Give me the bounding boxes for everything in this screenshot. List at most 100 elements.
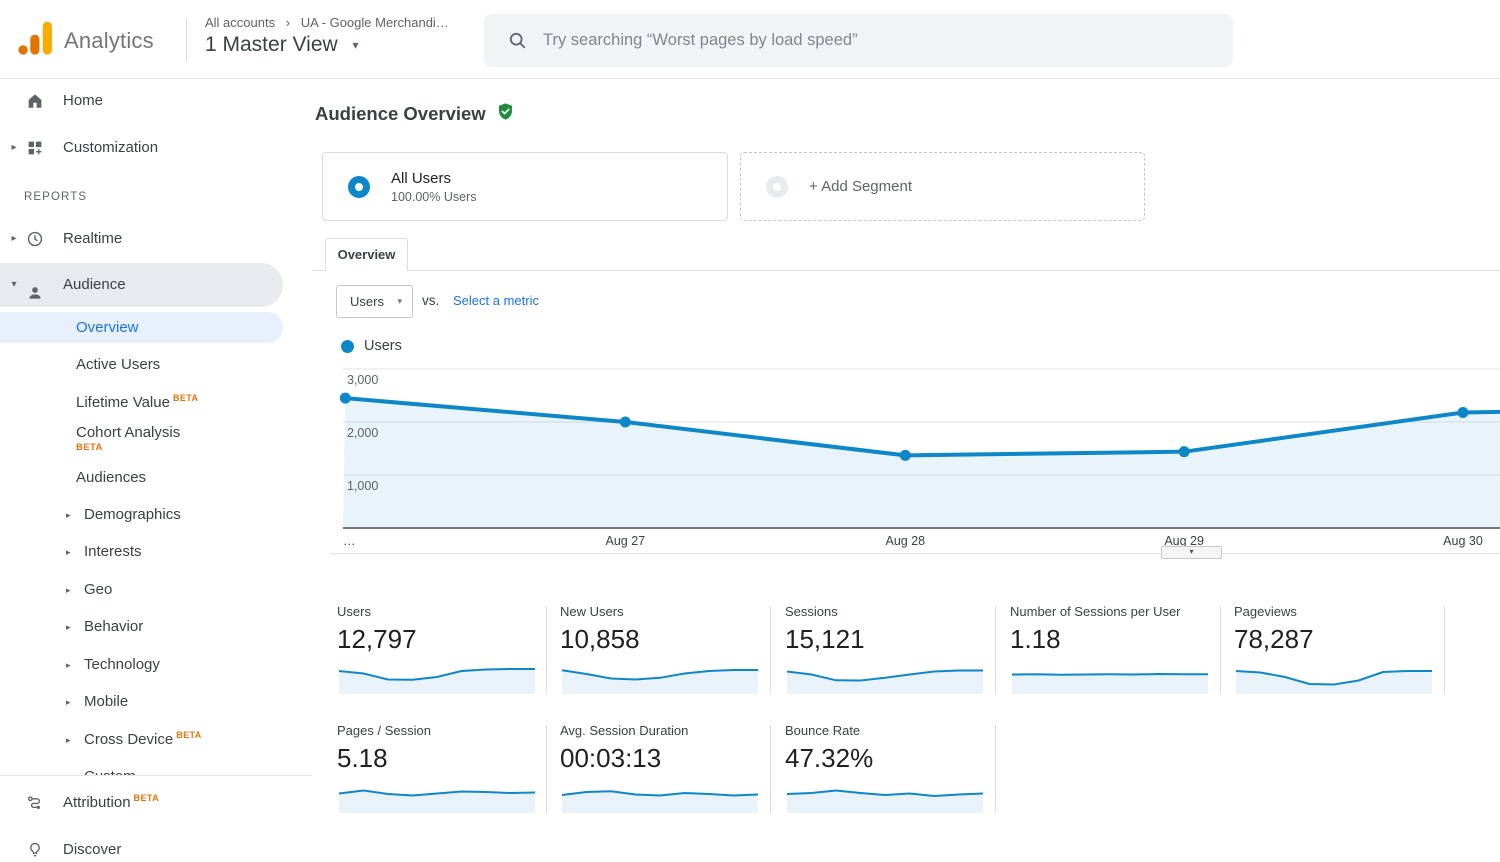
sidebar-item-attribution[interactable]: AttributionBETA bbox=[0, 790, 312, 816]
analytics-logo-icon bbox=[17, 20, 53, 61]
sidebar-item-label: Overview bbox=[76, 312, 139, 343]
header-divider bbox=[186, 19, 187, 61]
breadcrumb-separator-icon: › bbox=[286, 15, 290, 30]
metric-card-divider bbox=[1444, 606, 1445, 694]
users-line-chart: 1,0002,0003,000…Aug 27Aug 28Aug 29Aug 30… bbox=[312, 360, 1500, 565]
select-metric-link[interactable]: Select a metric bbox=[453, 293, 539, 308]
metric-card-divider bbox=[770, 725, 771, 813]
metric-value: 1.18 bbox=[1010, 624, 1218, 655]
segment-donut-icon bbox=[348, 176, 370, 198]
search-icon bbox=[507, 30, 528, 51]
analytics-logo[interactable]: Analytics bbox=[17, 20, 154, 61]
metric-card-divider bbox=[995, 725, 996, 813]
beta-badge: BETA bbox=[76, 442, 103, 454]
sidebar-item-label: Technology bbox=[84, 652, 160, 678]
sidebar-item-overview[interactable]: Overview bbox=[0, 312, 283, 343]
metric-label: Number of Sessions per User bbox=[1010, 604, 1218, 620]
sidebar-item-label: Mobile bbox=[84, 689, 128, 715]
metric-selector-value: Users bbox=[350, 286, 384, 317]
sidebar-item-audience[interactable]: ▾Audience bbox=[0, 263, 283, 307]
add-segment-donut-icon bbox=[766, 176, 788, 198]
chart-collapse-button[interactable]: ▾ bbox=[1161, 546, 1222, 559]
caret-right-icon: ▸ bbox=[66, 539, 71, 565]
metric-card-divider bbox=[770, 606, 771, 694]
metric-sparkline bbox=[1234, 661, 1434, 697]
sidebar-item-label: Home bbox=[63, 88, 103, 114]
metric-label: Avg. Session Duration bbox=[560, 723, 768, 739]
sidebar-item-discover[interactable]: Discover bbox=[0, 837, 312, 862]
caret-right-icon: ▸ bbox=[66, 727, 71, 753]
sidebar-item-behavior[interactable]: ▸Behavior bbox=[0, 614, 312, 640]
vs-label: vs. bbox=[422, 293, 439, 308]
caret-down-icon: ▾ bbox=[8, 263, 20, 307]
metric-card-users[interactable]: Users12,797 bbox=[337, 604, 545, 697]
page-title: Audience Overview bbox=[315, 103, 486, 125]
legend-dot-icon bbox=[341, 340, 354, 353]
sidebar-item-technology[interactable]: ▸Technology bbox=[0, 652, 312, 678]
sidebar-item-label: Discover bbox=[63, 837, 121, 862]
sidebar-item-interests[interactable]: ▸Interests bbox=[0, 539, 312, 565]
chevron-down-icon: ▾ bbox=[1189, 547, 1193, 556]
segment-all-users[interactable]: All Users 100.00% Users bbox=[322, 152, 728, 221]
metric-value: 12,797 bbox=[337, 624, 545, 655]
tab-overview[interactable]: Overview bbox=[325, 238, 408, 271]
sidebar-item-label: Audiences bbox=[76, 465, 146, 491]
sidebar-item-home[interactable]: Home bbox=[0, 88, 312, 114]
beta-badge: BETA bbox=[176, 730, 201, 740]
metric-sparkline bbox=[785, 661, 985, 697]
search-bar bbox=[484, 14, 1233, 67]
segment-title: All Users bbox=[391, 170, 476, 187]
metric-value: 5.18 bbox=[337, 743, 545, 774]
search-input[interactable] bbox=[543, 14, 1233, 67]
chevron-down-icon: ▾ bbox=[353, 38, 359, 52]
segment-subtitle: 100.00% Users bbox=[391, 190, 476, 204]
breadcrumb-property[interactable]: UA - Google Merchandi… bbox=[301, 15, 449, 30]
view-name: 1 Master View bbox=[205, 33, 338, 56]
sidebar-item-label: Customization bbox=[63, 135, 158, 161]
home-icon bbox=[26, 92, 44, 110]
metric-card-pages-session[interactable]: Pages / Session5.18 bbox=[337, 723, 545, 816]
svg-text:Aug 28: Aug 28 bbox=[885, 534, 925, 548]
sidebar-item-mobile[interactable]: ▸ Mobile bbox=[0, 689, 312, 715]
svg-text:Aug 30: Aug 30 bbox=[1443, 534, 1483, 548]
sidebar-item-realtime[interactable]: ▸Realtime bbox=[0, 226, 312, 252]
beta-badge: BETA bbox=[173, 393, 198, 403]
svg-text:Aug 27: Aug 27 bbox=[605, 534, 645, 548]
svg-text:…: … bbox=[343, 534, 356, 548]
breadcrumb-all-accounts[interactable]: All accounts bbox=[205, 15, 275, 30]
sidebar-item-lifetime-value[interactable]: Lifetime ValueBETA bbox=[0, 390, 312, 416]
metric-card-pageviews[interactable]: Pageviews78,287 bbox=[1234, 604, 1442, 697]
sidebar-item-demographics[interactable]: ▸Demographics bbox=[0, 502, 312, 528]
metric-label: Sessions bbox=[785, 604, 993, 620]
main-content: Audience Overview All Users 100.00% User… bbox=[312, 79, 1500, 862]
add-segment-button[interactable]: + Add Segment bbox=[740, 152, 1145, 221]
sidebar-item-audiences[interactable]: Audiences bbox=[0, 465, 312, 491]
sidebar-item-cohort-analysis[interactable]: Cohort AnalysisBETA bbox=[0, 423, 312, 455]
sidebar-item-label: Behavior bbox=[84, 614, 143, 640]
metric-card-avg-session-duration[interactable]: Avg. Session Duration00:03:13 bbox=[560, 723, 768, 816]
metric-card-sessions[interactable]: Sessions15,121 bbox=[785, 604, 993, 697]
breadcrumb: All accounts › UA - Google Merchandi… bbox=[205, 15, 449, 30]
sidebar-item-label: Active Users bbox=[76, 352, 160, 378]
metric-card-divider bbox=[546, 725, 547, 813]
chevron-down-icon: ▾ bbox=[397, 286, 402, 317]
metric-sparkline bbox=[1010, 661, 1210, 697]
metric-value: 10,858 bbox=[560, 624, 768, 655]
app-header: Analytics All accounts › UA - Google Mer… bbox=[0, 0, 1500, 79]
caret-right-icon: ▸ bbox=[66, 689, 71, 715]
sidebar-item-customization[interactable]: ▸Customization bbox=[0, 135, 312, 161]
sidebar-item-active-users[interactable]: Active Users bbox=[0, 352, 312, 378]
discover-icon bbox=[26, 841, 44, 859]
sidebar-item-cross-device[interactable]: ▸Cross DeviceBETA bbox=[0, 727, 312, 753]
chart-legend: Users bbox=[341, 338, 402, 354]
metric-card-number-of-sessions-per-user[interactable]: Number of Sessions per User 1.18 bbox=[1010, 604, 1218, 697]
metric-card-new-users[interactable]: New Users 10,858 bbox=[560, 604, 768, 697]
metric-label: New Users bbox=[560, 604, 768, 620]
metric-sparkline bbox=[785, 780, 985, 816]
metric-selector-dropdown[interactable]: Users ▾ bbox=[336, 285, 413, 318]
add-segment-label: + Add Segment bbox=[809, 178, 912, 195]
metric-card-bounce-rate[interactable]: Bounce Rate47.32% bbox=[785, 723, 993, 816]
caret-right-icon: ▸ bbox=[8, 226, 20, 252]
view-selector[interactable]: 1 Master View ▾ bbox=[205, 33, 359, 57]
sidebar-item-geo[interactable]: ▸Geo bbox=[0, 577, 312, 603]
